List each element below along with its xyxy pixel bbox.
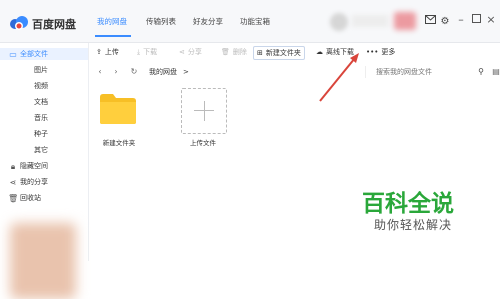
title-bar: 百度网盘 我的网盘 传输列表 好友分享 功能宝箱 ⚙ – × bbox=[0, 0, 500, 43]
sidebar-item-recycle-bin[interactable]: 🗑︎ 回收站 bbox=[0, 192, 88, 204]
folder-icon bbox=[100, 94, 136, 124]
app-name: 百度网盘 bbox=[32, 18, 76, 31]
watermark-title: 百科全说 bbox=[362, 191, 454, 217]
upload-icon: ⇪ bbox=[96, 48, 102, 56]
sidebar-item-others[interactable]: 其它 bbox=[0, 144, 88, 156]
settings-icon[interactable]: ⚙ bbox=[438, 15, 452, 29]
sidebar-item-documents[interactable]: 文档 bbox=[0, 96, 88, 108]
sidebar-item-label: 图片 bbox=[34, 66, 48, 74]
active-tab-indicator bbox=[95, 35, 131, 37]
sidebar-item-label: 回收站 bbox=[20, 194, 41, 202]
minimize-icon[interactable]: – bbox=[454, 13, 468, 27]
toolbar: ⇪ 上传 ⤓ 下载 ⋖ 分享 🗑︎ 删除 ⊞ 新建文件夹 ☁︎ 离线下载 ••• 更多 bbox=[89, 43, 500, 61]
search-icon[interactable]: ⚲ bbox=[478, 66, 484, 78]
sidebar-item-label: 全部文件 bbox=[20, 50, 48, 58]
sidebar-item-label: 音乐 bbox=[34, 114, 48, 122]
lock-icon: 🔒︎ bbox=[10, 162, 16, 171]
app-logo[interactable]: 百度网盘 bbox=[8, 14, 80, 32]
back-icon[interactable]: ‹ bbox=[95, 66, 105, 78]
address-bar: ‹ › ↻ 我的网盘 > ⚲ ▤ bbox=[89, 64, 500, 80]
breadcrumb-separator: > bbox=[183, 68, 189, 76]
sidebar-item-label: 视频 bbox=[34, 82, 48, 90]
sidebar-item-music[interactable]: 音乐 bbox=[0, 112, 88, 124]
share-button[interactable]: ⋖ 分享 bbox=[179, 46, 202, 58]
sidebar-item-label: 种子 bbox=[34, 130, 48, 138]
sidebar-item-my-shares[interactable]: ⋖ 我的分享 bbox=[0, 176, 88, 188]
more-icon: ••• bbox=[366, 48, 379, 56]
watermark-subtitle: 助你轻松解决 bbox=[374, 218, 453, 232]
download-button[interactable]: ⤓ 下载 bbox=[137, 46, 157, 58]
download-icon: ⤓ bbox=[137, 48, 141, 56]
offline-download-button[interactable]: ☁︎ 离线下载 bbox=[316, 46, 354, 58]
upload-button[interactable]: ⇪ 上传 bbox=[96, 46, 119, 58]
trash-icon: 🗑︎ bbox=[8, 194, 19, 203]
more-button[interactable]: ••• 更多 bbox=[366, 46, 395, 58]
new-folder-icon: ⊞ bbox=[257, 49, 263, 57]
cloud-logo-icon bbox=[10, 16, 28, 30]
close-icon[interactable]: × bbox=[484, 13, 498, 27]
breadcrumb[interactable]: 我的网盘 bbox=[149, 66, 177, 78]
new-folder-button[interactable]: ⊞ 新建文件夹 bbox=[253, 46, 305, 60]
sidebar-item-hidden-space[interactable]: 🔒︎ 隐藏空间 bbox=[0, 160, 88, 172]
username-blurred bbox=[352, 15, 388, 27]
tab-transfer-list[interactable]: 传输列表 bbox=[146, 16, 176, 27]
folder-icon: ▭ bbox=[9, 50, 17, 59]
sidebar: ▭ 全部文件 图片 视频 文档 音乐 种子 其它 🔒︎ 隐藏空间 ⋖ 我的分享 … bbox=[0, 43, 89, 299]
view-toggle-icon[interactable]: ▤ bbox=[491, 66, 500, 78]
sidebar-item-images[interactable]: 图片 bbox=[0, 64, 88, 76]
sidebar-item-label: 文档 bbox=[34, 98, 48, 106]
sidebar-item-label: 我的分享 bbox=[20, 178, 48, 186]
tab-friend-share[interactable]: 好友分享 bbox=[193, 16, 223, 27]
tab-my-disk[interactable]: 我的网盘 bbox=[97, 16, 127, 27]
file-grid: 新建文件夹 上传文件 bbox=[89, 82, 500, 261]
sidebar-item-label: 隐藏空间 bbox=[20, 162, 48, 170]
sidebar-item-label: 其它 bbox=[34, 146, 48, 154]
file-name: 上传文件 bbox=[190, 139, 216, 147]
sidebar-item-videos[interactable]: 视频 bbox=[0, 80, 88, 92]
sidebar-item-all-files[interactable]: ▭ 全部文件 bbox=[0, 48, 88, 60]
forward-icon[interactable]: › bbox=[111, 66, 121, 78]
delete-button[interactable]: 🗑︎ 删除 bbox=[221, 46, 247, 58]
share-icon: ⋖ bbox=[179, 48, 185, 56]
refresh-icon[interactable]: ↻ bbox=[129, 66, 139, 78]
search-input[interactable] bbox=[376, 66, 472, 78]
cloud-icon: ☁︎ bbox=[316, 48, 323, 56]
vip-badge-blurred[interactable] bbox=[394, 12, 416, 30]
maximize-icon[interactable] bbox=[469, 13, 483, 27]
tab-toolbox[interactable]: 功能宝箱 bbox=[240, 16, 270, 27]
upload-tile[interactable] bbox=[181, 88, 227, 134]
blurred-ad-banner bbox=[10, 223, 76, 299]
envelope-icon[interactable] bbox=[423, 15, 437, 29]
trash-icon: 🗑︎ bbox=[221, 48, 230, 56]
sidebar-item-torrents[interactable]: 种子 bbox=[0, 128, 88, 140]
file-name: 新建文件夹 bbox=[102, 139, 136, 147]
avatar[interactable] bbox=[330, 13, 348, 31]
search-box: ⚲ bbox=[365, 66, 490, 78]
share-icon: ⋖ bbox=[9, 178, 17, 187]
